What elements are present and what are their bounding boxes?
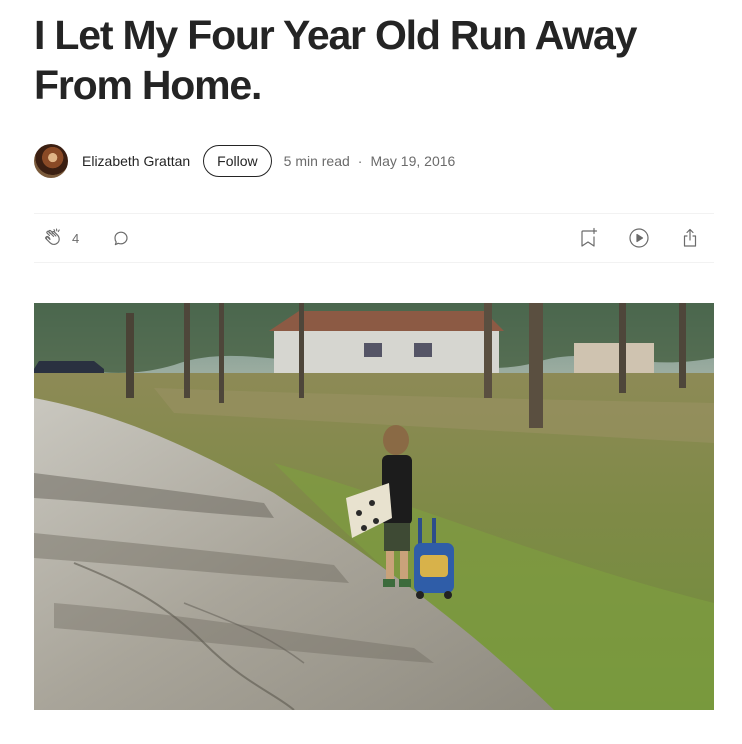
listen-button[interactable]: [627, 226, 651, 250]
clap-button[interactable]: 4: [42, 226, 79, 250]
action-bar: 4: [34, 213, 714, 263]
author-name[interactable]: Elizabeth Grattan: [82, 153, 190, 169]
save-button[interactable]: [576, 226, 600, 250]
author-avatar[interactable]: [34, 144, 68, 178]
article-meta: 5 min read · May 19, 2016: [284, 153, 456, 169]
article-title: I Let My Four Year Old Run Away From Hom…: [34, 12, 637, 108]
hero-image: [34, 303, 714, 710]
utility-actions: [549, 226, 714, 250]
clap-count: 4: [72, 230, 80, 246]
read-time: 5 min read: [283, 153, 350, 169]
follow-button[interactable]: Follow: [203, 145, 272, 177]
comment-icon: [114, 231, 128, 246]
engagement-actions: 4: [34, 226, 133, 250]
play-icon: [629, 228, 649, 248]
share-icon: [683, 228, 697, 247]
meta-separator: ·: [357, 153, 363, 169]
share-button[interactable]: [678, 226, 702, 250]
comment-button[interactable]: [109, 226, 133, 250]
bookmark-add-icon: [581, 227, 598, 247]
clap-icon: [45, 228, 60, 245]
publish-date: May 19, 2016: [370, 153, 456, 169]
byline: Elizabeth Grattan Follow 5 min read · Ma…: [34, 143, 455, 179]
